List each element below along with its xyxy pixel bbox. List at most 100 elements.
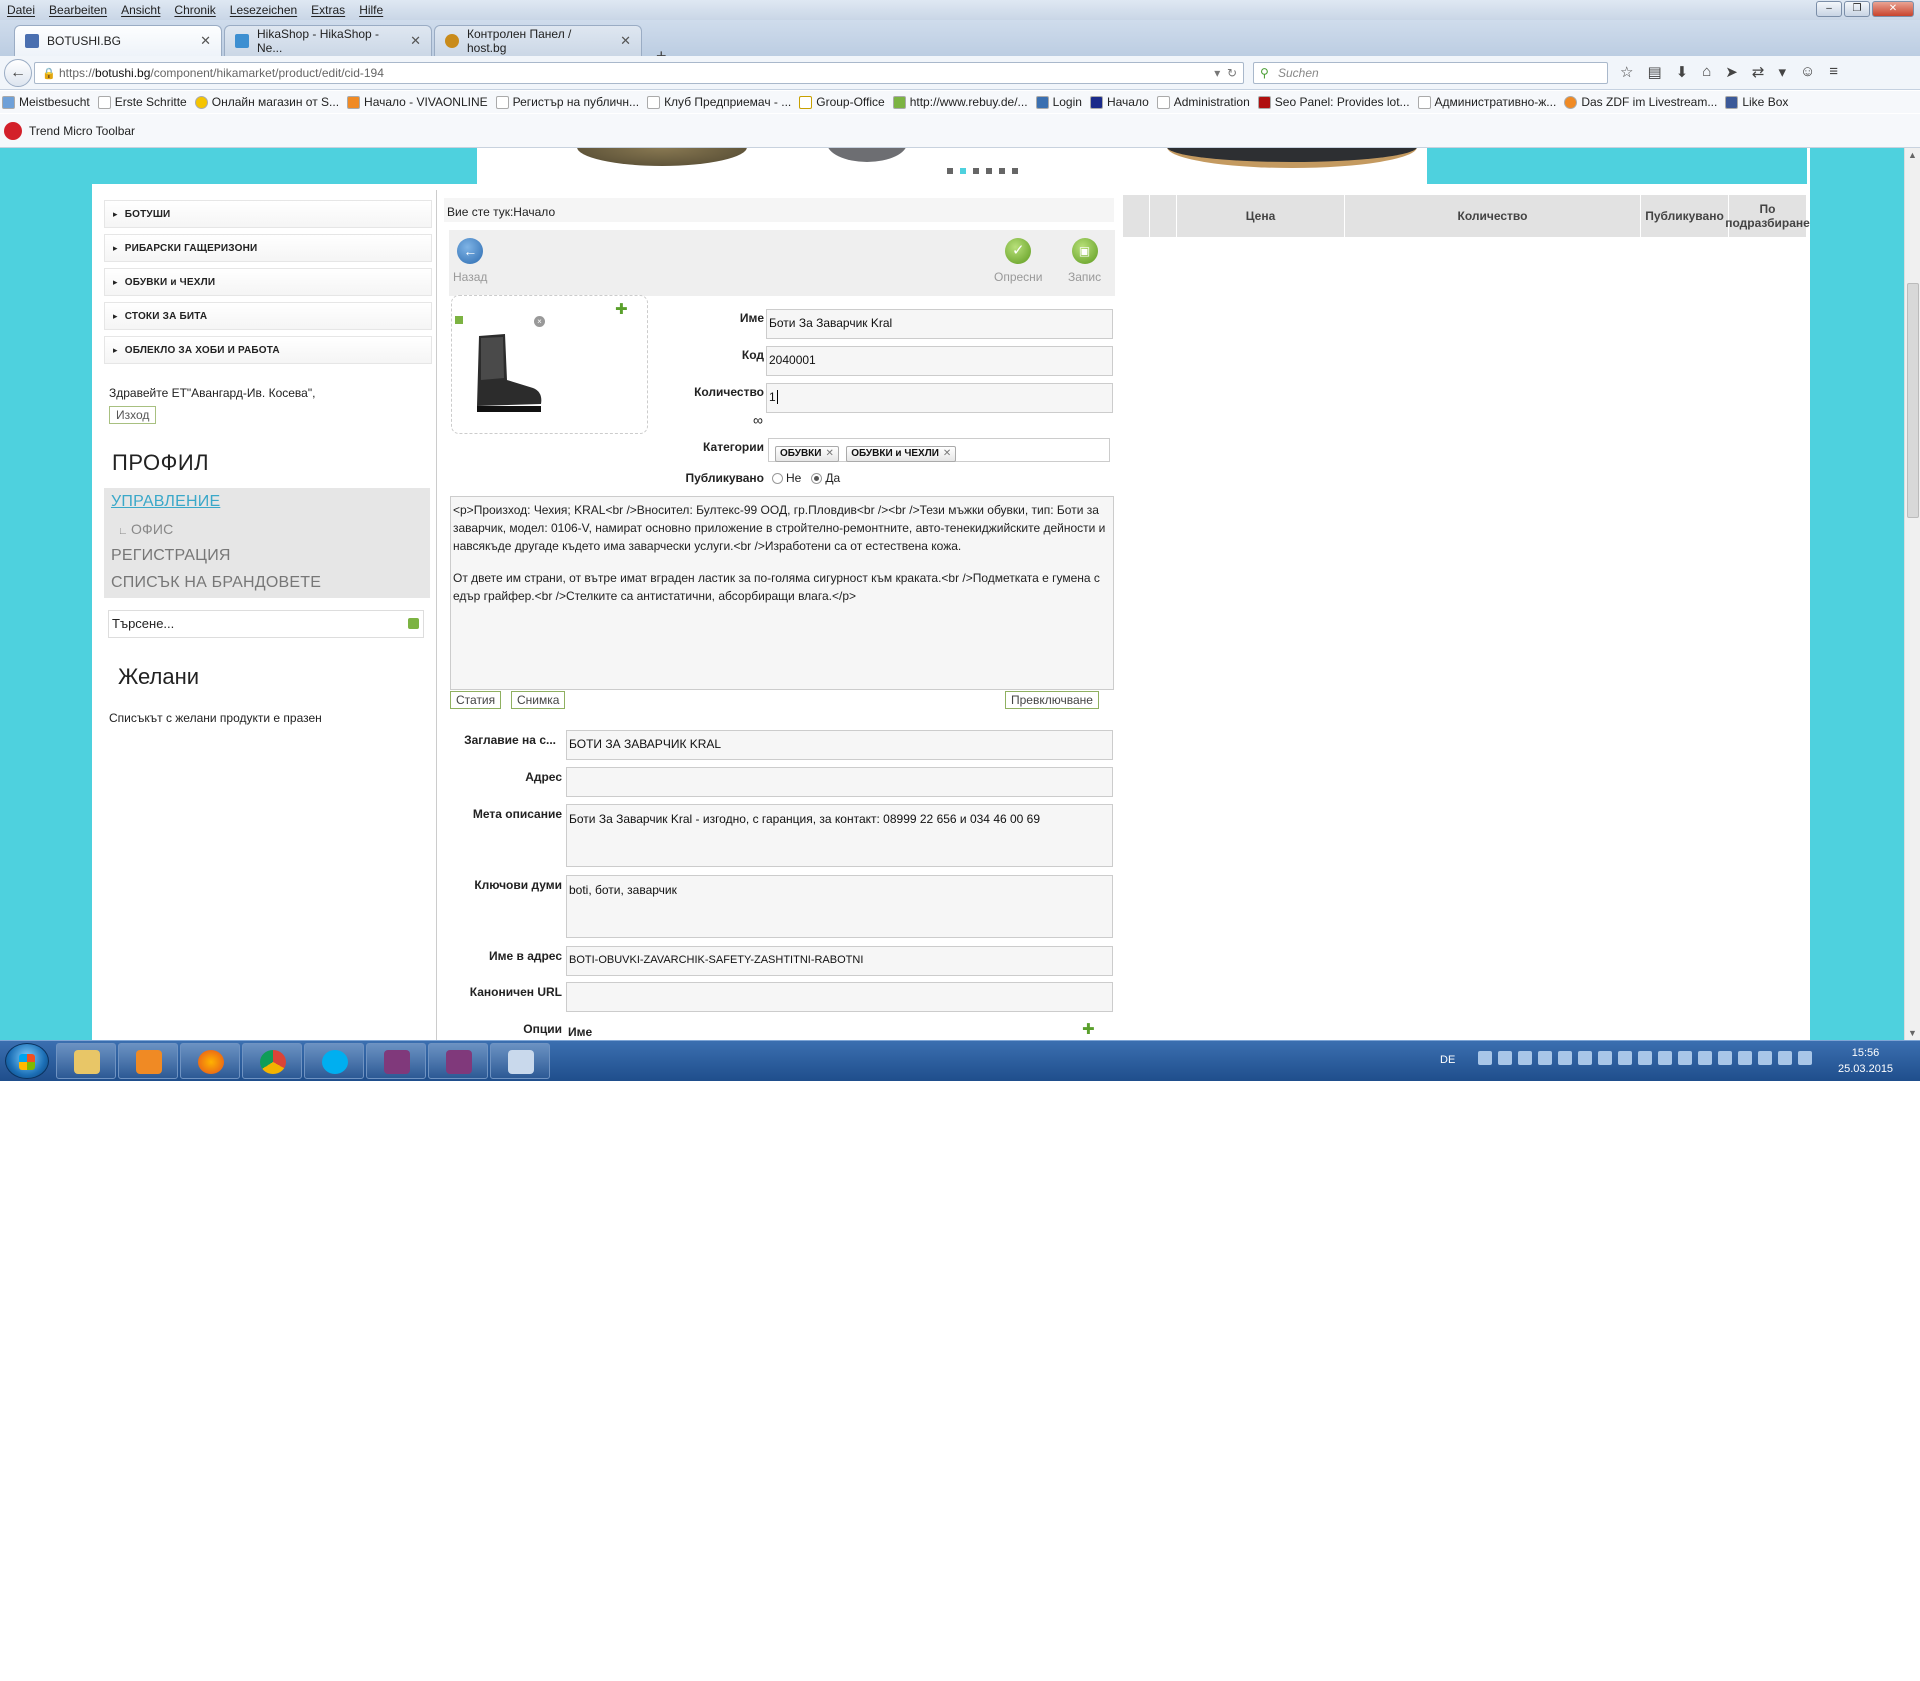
save-button[interactable]: ▣ Запис — [1068, 238, 1101, 284]
menu-hilfe[interactable]: Hilfe — [352, 3, 390, 17]
tray-icon[interactable] — [1498, 1051, 1512, 1065]
reload-icon[interactable]: ▾ ↻ — [1214, 63, 1237, 83]
product-thumbnail[interactable] — [467, 328, 547, 414]
tray-icon[interactable] — [1598, 1051, 1612, 1065]
photo-button[interactable]: Снимка — [511, 691, 566, 709]
url-bar[interactable]: 🔒 https://botushi.bg/component/hikamarke… — [34, 62, 1244, 84]
profile-menu-manage[interactable]: УПРАВЛЕНИЕ — [111, 493, 220, 511]
menu-datei[interactable]: Datei — [0, 3, 42, 17]
categories-select[interactable]: ОБУВКИ ✕ ОБУВКИ и ЧЕХЛИ ✕ — [768, 438, 1110, 462]
bookmark-item[interactable]: http://www.rebuy.de/... — [892, 95, 1028, 109]
set-default-icon[interactable] — [455, 316, 463, 324]
bookmark-star-icon[interactable]: ☆ — [1620, 63, 1633, 81]
profile-menu-brands[interactable]: СПИСЪК НА БРАНДОВЕТЕ — [111, 574, 321, 592]
volume-icon[interactable] — [1798, 1051, 1812, 1065]
taskbar-skype[interactable] — [304, 1043, 364, 1079]
start-button[interactable] — [5, 1043, 49, 1079]
taskbar-paint[interactable] — [490, 1043, 550, 1079]
add-option-icon[interactable]: ✚ — [1082, 1020, 1095, 1038]
menu-chronik[interactable]: Chronik — [167, 3, 222, 17]
taskbar-firefox[interactable] — [180, 1043, 240, 1079]
page-scrollbar[interactable]: ▲ ▼ — [1904, 148, 1920, 1040]
description-editor[interactable]: <p>Произход: Чехия; KRAL<br />Вносител: … — [450, 496, 1114, 690]
logout-button[interactable]: Изход — [109, 406, 157, 424]
tray-icon[interactable] — [1778, 1051, 1792, 1065]
category-item[interactable]: РИБАРСКИ ГАЩЕРИЗОНИ — [104, 234, 432, 262]
minimize-button[interactable]: – — [1816, 1, 1842, 17]
bookmark-item[interactable]: Das ZDF im Livestream... — [1564, 95, 1717, 109]
meta-description-input[interactable]: Боти За Заварчик Kral - изгодно, с гаран… — [566, 804, 1113, 867]
hamburger-menu-icon[interactable]: ≡ — [1829, 63, 1838, 81]
tray-icon[interactable] — [1718, 1051, 1732, 1065]
close-tab-icon[interactable]: ✕ — [200, 33, 211, 49]
table-col-price[interactable]: Цена — [1177, 195, 1345, 237]
tray-icon[interactable] — [1518, 1051, 1532, 1065]
table-col-default[interactable]: По подразбиране — [1725, 195, 1810, 237]
alias-input[interactable]: BOTI-OBUVKI-ZAVARCHIK-SAFETY-ZASHTITNI-R… — [566, 946, 1113, 976]
reading-list-icon[interactable]: ▤ — [1647, 63, 1661, 81]
profile-menu-office[interactable]: ∟ ОФИС — [118, 521, 173, 537]
bookmark-item[interactable]: Meistbesucht — [2, 95, 90, 109]
tray-icon[interactable] — [1638, 1051, 1652, 1065]
language-indicator[interactable]: DE — [1440, 1054, 1455, 1066]
tray-icon[interactable] — [1678, 1051, 1692, 1065]
tray-icon[interactable] — [1658, 1051, 1672, 1065]
tray-icon[interactable] — [1478, 1051, 1492, 1065]
close-window-button[interactable]: ✕ — [1872, 1, 1914, 17]
taskbar-explorer[interactable] — [56, 1043, 116, 1079]
bookmark-item[interactable]: Административно-ж... — [1417, 95, 1556, 109]
canonical-url-input[interactable] — [566, 982, 1113, 1012]
menu-ansicht[interactable]: Ansicht — [114, 3, 167, 17]
taskbar-chrome[interactable] — [242, 1043, 302, 1079]
category-item[interactable]: ОБЛЕКЛО ЗА ХОБИ И РАБОТА — [104, 336, 432, 364]
maximize-button[interactable]: ❐ — [1844, 1, 1870, 17]
bookmark-item[interactable]: Administration — [1156, 95, 1250, 109]
bookmark-item[interactable]: Login — [1035, 95, 1082, 109]
keywords-input[interactable]: boti, боти, заварчик — [566, 875, 1113, 938]
category-item[interactable]: ОБУВКИ и ЧЕХЛИ — [104, 268, 432, 296]
download-icon[interactable]: ⬇ — [1676, 63, 1689, 81]
menu-extras[interactable]: Extras — [304, 3, 352, 17]
back-arrow-icon[interactable]: ← — [4, 59, 32, 87]
bookmark-item[interactable]: Начало — [1089, 95, 1149, 109]
menu-bearbeiten[interactable]: Bearbeiten — [42, 3, 114, 17]
bookmark-item[interactable]: Регистър на публичн... — [495, 95, 639, 109]
home-icon[interactable]: ⌂ — [1702, 63, 1711, 81]
slider-dots[interactable] — [947, 168, 1018, 174]
category-item[interactable]: БОТУШИ — [104, 200, 432, 228]
scroll-down-icon[interactable]: ▼ — [1908, 1028, 1917, 1038]
category-item[interactable]: СТОКИ ЗА БИТА — [104, 302, 432, 330]
dropdown-icon[interactable]: ▾ — [1778, 63, 1786, 81]
chat-icon[interactable]: ☺ — [1800, 63, 1815, 81]
published-yes-radio[interactable] — [811, 473, 823, 485]
table-col-published[interactable]: Публикувано — [1641, 195, 1729, 237]
article-button[interactable]: Статия — [450, 691, 502, 709]
taskbar-onenote[interactable] — [366, 1043, 426, 1079]
remove-chip-icon[interactable]: ✕ — [825, 448, 833, 459]
delete-image-icon[interactable]: × — [534, 316, 545, 327]
published-no-radio[interactable] — [772, 473, 783, 485]
address-input[interactable] — [566, 767, 1113, 797]
tray-icon[interactable] — [1578, 1051, 1592, 1065]
bookmark-item[interactable]: Like Box — [1725, 95, 1788, 109]
remove-chip-icon[interactable]: ✕ — [943, 448, 951, 459]
page-title-input[interactable]: БОТИ ЗА ЗАВАРЧИК KRAL — [566, 730, 1113, 760]
back-button[interactable]: ← Назад — [453, 238, 487, 284]
tray-icon[interactable] — [1558, 1051, 1572, 1065]
site-search-input[interactable]: Търсене... — [108, 610, 424, 638]
clock[interactable]: 15:56 25.03.2015 — [1838, 1045, 1893, 1077]
bookmark-item[interactable]: Erste Schritte — [97, 95, 187, 109]
scroll-up-icon[interactable]: ▲ — [1908, 150, 1917, 160]
tab-hikashop[interactable]: HikaShop - HikaShop - Ne... ✕ — [224, 25, 432, 56]
infinite-quantity-icon[interactable]: ∞ — [753, 412, 763, 428]
table-col-quantity[interactable]: Количество — [1345, 195, 1641, 237]
tab-hostbg[interactable]: Контролен Панел / host.bg ✕ — [434, 25, 642, 56]
profile-menu-register[interactable]: РЕГИСТРАЦИЯ — [111, 547, 231, 565]
taskbar-media-player[interactable] — [118, 1043, 178, 1079]
close-tab-icon[interactable]: ✕ — [620, 33, 631, 49]
search-bar[interactable]: ⚲ Suchen — [1253, 62, 1608, 84]
tray-icon[interactable] — [1618, 1051, 1632, 1065]
trend-micro-label[interactable]: Trend Micro Toolbar — [29, 124, 135, 138]
name-input[interactable]: Боти За Заварчик Kral — [766, 309, 1113, 339]
bookmark-item[interactable]: Group-Office — [799, 95, 885, 109]
